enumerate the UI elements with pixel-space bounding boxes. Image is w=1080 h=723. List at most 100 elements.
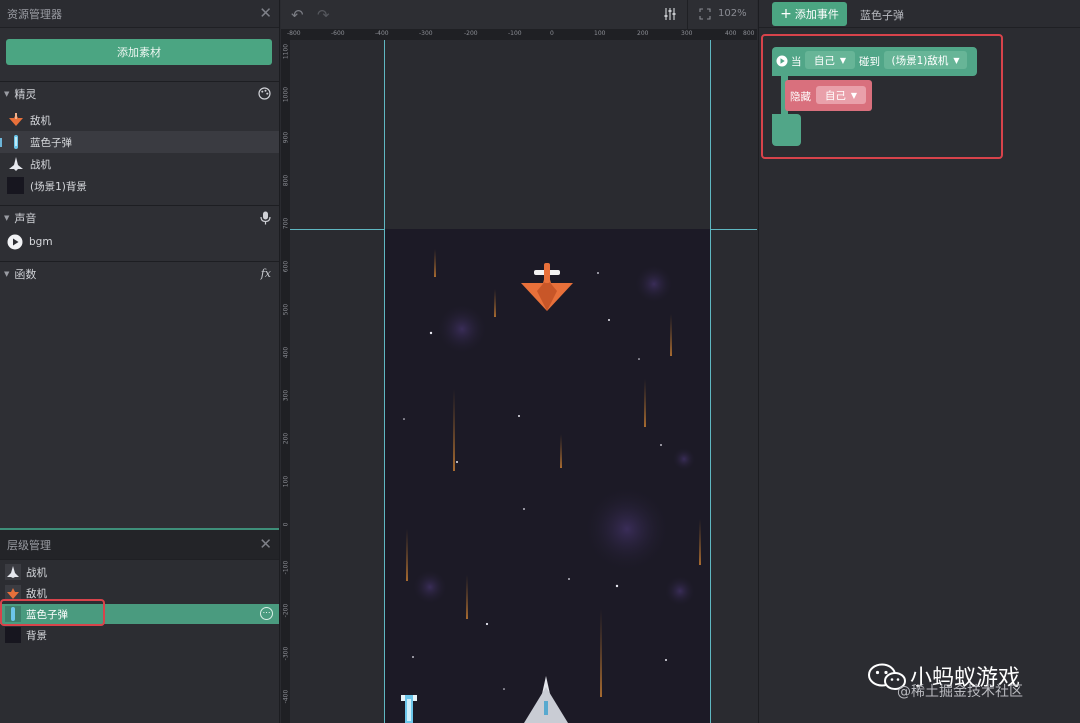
scene-guide-upper-left (384, 40, 385, 229)
sprite-item-fighter[interactable]: 战机 (0, 153, 279, 175)
ruler-y-label: 1100 (282, 43, 290, 60)
ruler-x-label: 300 (681, 30, 693, 37)
chevron-down-icon: ▼ (953, 55, 960, 65)
asset-panel-header: 资源管理器 ✕ (0, 0, 279, 28)
game-stage[interactable] (384, 229, 711, 723)
event-panel-header: + 添加事件 蓝色子弹 (759, 0, 1080, 28)
ruler-y-label: 300 (282, 389, 290, 402)
ruler-x-label: -100 (508, 30, 522, 37)
horizontal-ruler: -800 -600 -400 -300 -200 -100 0 100 200 300 400 800 (281, 30, 757, 40)
functions-section-header[interactable]: ▼ 函数 fx (0, 261, 279, 285)
enemy-plane-sprite (521, 263, 573, 311)
fighter-plane-thumbnail (5, 564, 21, 580)
selection-marker (0, 138, 2, 147)
current-sprite-tab[interactable]: 蓝色子弹 (860, 7, 904, 23)
target-dropdown-value: (场景1)敌机 (891, 54, 949, 67)
vertical-ruler: 1100 1000 900 800 700 600 500 400 300 200 100 0 -100… (281, 40, 290, 723)
blue-bullet-thumbnail (14, 135, 18, 149)
layer-item-label: 背景 (26, 629, 47, 642)
add-event-button[interactable]: + 添加事件 (772, 2, 847, 26)
more-icon[interactable]: ⋯ (260, 607, 273, 620)
fighter-plane-sprite (524, 676, 568, 723)
functions-section-title: 函数 (14, 267, 37, 281)
layer-item-background[interactable]: 背景 (0, 625, 279, 645)
ruler-x-label: 400 (725, 30, 737, 37)
ruler-x-label: 200 (637, 30, 649, 37)
ruler-y-label: -400 (282, 689, 290, 704)
event-block-footer[interactable] (772, 114, 801, 146)
background-thumbnail (7, 177, 24, 194)
ruler-x-label: 100 (594, 30, 606, 37)
play-icon (776, 55, 788, 67)
fx-icon[interactable]: fx (261, 267, 271, 280)
layer-panel-header: 层级管理 ✕ (0, 530, 279, 560)
layer-panel-title: 层级管理 (7, 538, 51, 552)
ruler-y-label: 100 (282, 475, 290, 488)
ruler-x-label: -800 (287, 30, 301, 37)
sound-item-label: bgm (29, 236, 53, 248)
scene-guide-right (710, 40, 711, 723)
asset-panel: 资源管理器 ✕ 添加素材 ▼ 精灵 敌机 蓝色子弹 战机 (场景1)背景 ▼ 声… (0, 0, 280, 723)
event-panel: + 添加事件 蓝色子弹 当 自己 ▼ 碰到 (场景1)敌机 ▼ 隐藏 自己 ▼ (758, 0, 1080, 723)
sprites-section-title: 精灵 (14, 87, 37, 101)
sprite-item-label: 战机 (30, 158, 51, 171)
ruler-y-label: 0 (282, 522, 290, 527)
chevron-down-icon: ▼ (839, 55, 847, 65)
sound-section-header[interactable]: ▼ 声音 (0, 205, 279, 229)
watermark-subtitle: @稀土掘金技术社区 (897, 684, 1023, 700)
collide-label: 碰到 (859, 56, 880, 68)
fit-screen-icon[interactable] (699, 8, 711, 20)
sprites-section-header[interactable]: ▼ 精灵 (0, 81, 279, 105)
hide-target-dropdown[interactable]: 自己 ▼ (816, 86, 866, 104)
add-event-label: 添加事件 (794, 8, 839, 21)
self-dropdown[interactable]: 自己 ▼ (805, 51, 855, 69)
undo-icon[interactable]: ↶ (291, 6, 304, 24)
bullet-sprite (401, 695, 417, 723)
ruler-y-label: 200 (282, 432, 290, 445)
ruler-x-label: -300 (419, 30, 433, 37)
sound-section-title: 声音 (14, 211, 37, 225)
canvas-toolbar: ↶ ↷ 102% (281, 0, 757, 30)
plus-icon: + (780, 6, 792, 22)
layer-item-label: 战机 (26, 566, 47, 579)
hide-label: 隐藏 (790, 91, 811, 103)
ruler-y-label: -300 (282, 646, 290, 661)
zoom-level[interactable]: 102% (718, 8, 747, 19)
sound-item-bgm[interactable]: bgm (0, 231, 279, 253)
ruler-y-label: 1000 (282, 86, 290, 103)
close-icon[interactable]: ✕ (259, 6, 272, 21)
ruler-x-label: 800 (743, 30, 755, 37)
play-icon[interactable] (7, 234, 23, 250)
fighter-plane-thumbnail (9, 157, 23, 171)
palette-icon[interactable] (258, 87, 271, 100)
chevron-down-icon: ▼ (850, 90, 858, 100)
microphone-icon[interactable] (260, 211, 271, 225)
close-icon[interactable]: ✕ (259, 537, 272, 552)
layer-item-fighter[interactable]: 战机 (0, 562, 279, 582)
collapse-triangle-icon[interactable]: ▼ (4, 214, 9, 222)
highlight-box-layer (0, 599, 105, 626)
ruler-y-label: 500 (282, 303, 290, 316)
sliders-icon[interactable] (663, 7, 677, 21)
ruler-y-label: 800 (282, 174, 290, 187)
collapse-triangle-icon[interactable]: ▼ (4, 270, 9, 278)
background-thumbnail (5, 627, 21, 643)
add-asset-button[interactable]: 添加素材 (6, 39, 272, 65)
asset-panel-title: 资源管理器 (7, 7, 62, 21)
sprite-item-background[interactable]: (场景1)背景 (0, 175, 279, 197)
ruler-y-label: 400 (282, 346, 290, 359)
ruler-y-label: 600 (282, 260, 290, 273)
ruler-y-label: -100 (282, 560, 290, 575)
ruler-y-label: 900 (282, 131, 290, 144)
ruler-y-label: 700 (282, 217, 290, 230)
ruler-x-label: -600 (331, 30, 345, 37)
sprite-item-blue-bullet[interactable]: 蓝色子弹 (0, 131, 279, 153)
redo-icon[interactable]: ↷ (317, 6, 330, 24)
enemy-plane-thumbnail (9, 113, 23, 126)
target-dropdown[interactable]: (场景1)敌机 ▼ (884, 51, 967, 69)
ruler-x-label: -400 (375, 30, 389, 37)
sprite-item-label: (场景1)背景 (30, 180, 87, 193)
canvas-area: ↶ ↷ 102% -800 -600 -400 -300 -200 -100 0 100 200… (281, 0, 757, 723)
sprite-item-enemy[interactable]: 敌机 (0, 109, 279, 131)
collapse-triangle-icon[interactable]: ▼ (4, 90, 9, 98)
